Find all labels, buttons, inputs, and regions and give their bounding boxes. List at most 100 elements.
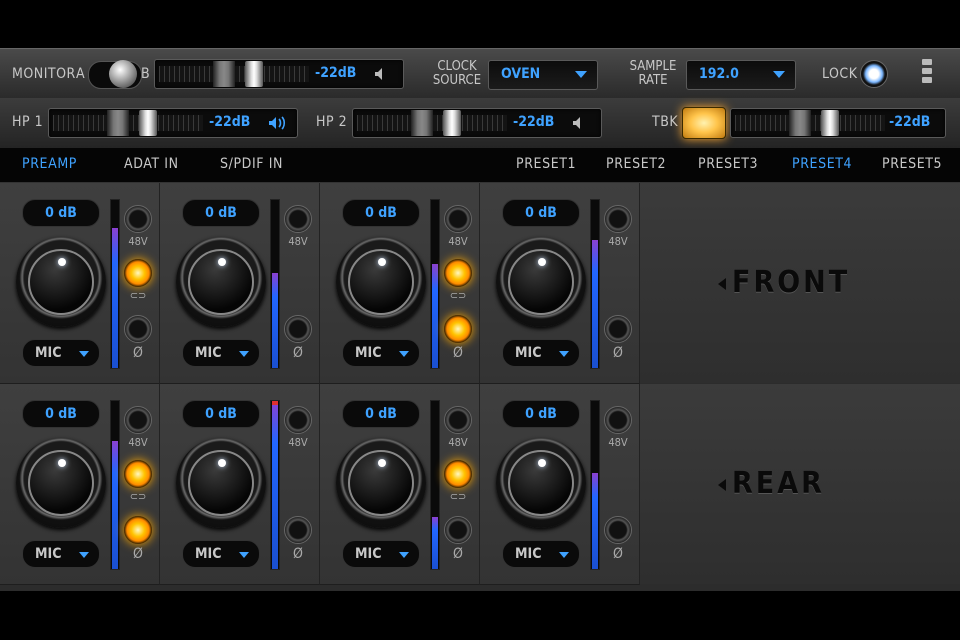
source-dropdown[interactable]: MIC xyxy=(22,540,100,568)
preamp-panel: 0 dB MIC 48V ⊂⊃ Ø 0 dB MIC 48V Ø 0 dB MI… xyxy=(0,183,960,591)
source-dropdown[interactable]: MIC xyxy=(502,339,580,367)
phantom-48v-button[interactable] xyxy=(124,205,152,233)
fader-thumb[interactable] xyxy=(821,110,839,136)
phantom-48v-button[interactable] xyxy=(284,205,312,233)
speaker-icon[interactable] xyxy=(373,66,389,82)
gain-display[interactable]: 0 dB xyxy=(502,400,580,428)
menu-bar xyxy=(922,77,932,83)
preset-2[interactable]: PRESET2 xyxy=(606,156,666,172)
speaker-icon[interactable] xyxy=(571,115,587,131)
sample-rate-dropdown[interactable]: 192.0 xyxy=(686,60,796,90)
speaker-active-icon[interactable] xyxy=(267,115,287,131)
clock-source-dropdown[interactable]: OVEN xyxy=(488,60,598,90)
gain-knob[interactable] xyxy=(176,438,266,528)
source-dropdown[interactable]: MIC xyxy=(182,339,260,367)
phase-icon: Ø xyxy=(613,546,623,562)
rear-selector[interactable]: REAR xyxy=(640,384,960,584)
source-dropdown[interactable]: MIC xyxy=(342,540,420,568)
phantom-48v-button[interactable] xyxy=(444,406,472,434)
chevron-down-icon xyxy=(399,351,409,357)
gain-display[interactable]: 0 dB xyxy=(182,199,260,227)
hp2-fader[interactable]: -22dB xyxy=(352,108,602,138)
source-dropdown[interactable]: MIC xyxy=(502,540,580,568)
phase-button[interactable] xyxy=(284,315,312,343)
gain-knob[interactable] xyxy=(16,438,106,528)
gain-knob[interactable] xyxy=(336,237,426,327)
tbk-label: TBK xyxy=(652,114,679,130)
knob-cap xyxy=(28,450,94,516)
knob-indicator xyxy=(538,459,546,467)
link-button[interactable] xyxy=(444,460,472,488)
source-dropdown[interactable]: MIC xyxy=(342,339,420,367)
source-dropdown[interactable]: MIC xyxy=(22,339,100,367)
knob-cap xyxy=(348,450,414,516)
gain-display[interactable]: 0 dB xyxy=(22,199,100,227)
preset-4[interactable]: PRESET4 xyxy=(792,156,852,172)
phase-button[interactable] xyxy=(124,516,152,544)
monitor-ab-toggle[interactable] xyxy=(88,60,142,89)
link-button[interactable] xyxy=(124,259,152,287)
gain-display[interactable]: 0 dB xyxy=(342,400,420,428)
menu-icon[interactable] xyxy=(922,59,932,89)
channel-strip: 0 dB MIC 48V Ø xyxy=(160,384,320,585)
48v-label: 48V xyxy=(288,436,308,449)
phase-button[interactable] xyxy=(604,516,632,544)
sample-rate-line1: SAMPLE xyxy=(629,59,677,74)
fader-thumb[interactable] xyxy=(443,110,461,136)
gain-display[interactable]: 0 dB xyxy=(182,400,260,428)
fader-thumb[interactable] xyxy=(139,110,157,136)
fader-thumb[interactable] xyxy=(245,61,263,87)
gain-display[interactable]: 0 dB xyxy=(22,400,100,428)
level-meter xyxy=(590,400,600,570)
phantom-48v-button[interactable] xyxy=(444,205,472,233)
front-selector[interactable]: FRONT xyxy=(640,183,960,383)
chevron-down-icon xyxy=(79,351,89,357)
gain-knob[interactable] xyxy=(496,237,586,327)
preset-3[interactable]: PRESET3 xyxy=(698,156,758,172)
48v-label: 48V xyxy=(128,436,148,449)
link-icon: ⊂⊃ xyxy=(449,289,467,302)
talkback-button[interactable] xyxy=(682,107,726,139)
source-value: MIC xyxy=(515,345,542,361)
phantom-48v-button[interactable] xyxy=(604,406,632,434)
gain-knob[interactable] xyxy=(16,237,106,327)
hp1-fader[interactable]: -22dB xyxy=(48,108,298,138)
gain-display[interactable]: 0 dB xyxy=(342,199,420,227)
tab-spdif-in[interactable]: S/PDIF IN xyxy=(220,156,283,172)
phantom-48v-button[interactable] xyxy=(124,406,152,434)
chevron-down-icon xyxy=(773,71,785,78)
toggle-knob xyxy=(109,60,137,88)
nav-bar: PREAMP ADAT IN S/PDIF IN PRESET1 PRESET2… xyxy=(0,148,960,183)
preset-1[interactable]: PRESET1 xyxy=(516,156,576,172)
phase-button[interactable] xyxy=(444,315,472,343)
phase-button[interactable] xyxy=(604,315,632,343)
phase-button[interactable] xyxy=(124,315,152,343)
phase-button[interactable] xyxy=(444,516,472,544)
clip-indicator xyxy=(272,401,278,405)
source-value: MIC xyxy=(35,345,62,361)
source-dropdown[interactable]: MIC xyxy=(182,540,260,568)
phantom-48v-button[interactable] xyxy=(604,205,632,233)
link-button[interactable] xyxy=(124,460,152,488)
phantom-48v-button[interactable] xyxy=(284,406,312,434)
knob-cap xyxy=(508,450,574,516)
meter-fill xyxy=(592,240,598,368)
link-button[interactable] xyxy=(444,259,472,287)
tab-adat-in[interactable]: ADAT IN xyxy=(124,156,179,172)
monitor-fader[interactable]: -22dB xyxy=(154,59,404,89)
gain-display[interactable]: 0 dB xyxy=(502,199,580,227)
gain-knob[interactable] xyxy=(336,438,426,528)
gain-knob[interactable] xyxy=(176,237,266,327)
phase-button[interactable] xyxy=(284,516,312,544)
preset-5[interactable]: PRESET5 xyxy=(882,156,942,172)
knob-indicator xyxy=(58,459,66,467)
tbk-fader[interactable]: -22dB xyxy=(730,108,946,138)
clock-label-line1: CLOCK xyxy=(437,59,477,74)
hp1-label: HP 1 xyxy=(12,114,44,130)
gain-knob[interactable] xyxy=(496,438,586,528)
tab-preamp[interactable]: PREAMP xyxy=(22,156,77,172)
fader-shadow xyxy=(107,110,129,136)
chevron-down-icon xyxy=(559,552,569,558)
top-bar: MONITOR A B -22dB CLOCK SOURCE OVEN SAMP… xyxy=(0,48,960,100)
hp2-level: -22dB xyxy=(513,114,555,130)
